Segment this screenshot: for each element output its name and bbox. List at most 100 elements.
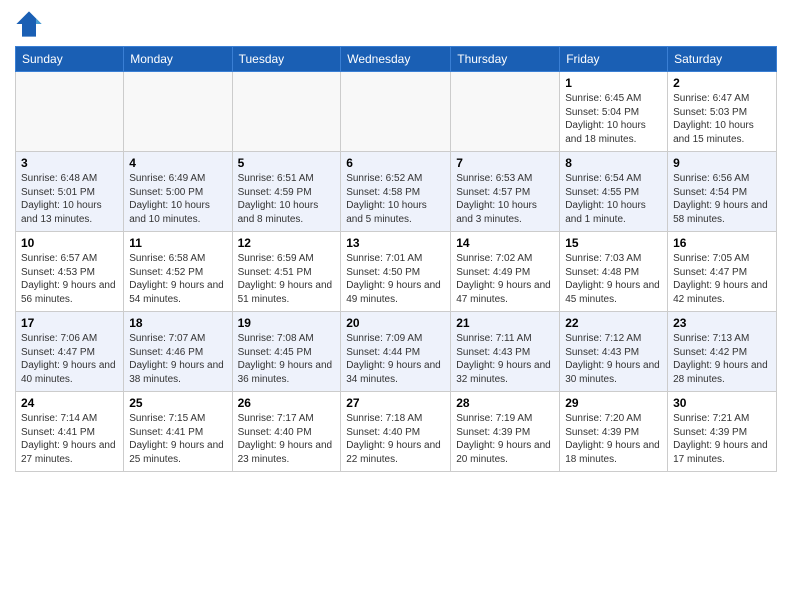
day-number: 11 — [129, 236, 226, 250]
day-info: Sunrise: 7:13 AM Sunset: 4:42 PM Dayligh… — [673, 332, 771, 386]
day-info: Sunrise: 7:07 AM Sunset: 4:46 PM Dayligh… — [129, 332, 226, 386]
day-cell: 15Sunrise: 7:03 AM Sunset: 4:48 PM Dayli… — [560, 232, 668, 312]
day-number: 2 — [673, 76, 771, 90]
day-number: 27 — [346, 396, 445, 410]
day-info: Sunrise: 7:08 AM Sunset: 4:45 PM Dayligh… — [238, 332, 336, 386]
col-header-saturday: Saturday — [668, 47, 777, 72]
day-number: 6 — [346, 156, 445, 170]
day-cell: 1 Sunrise: 6:45 AM Sunset: 5:04 PM Daylig… — [560, 72, 668, 152]
day-cell: 14 Sunrise: 7:02 AM Sunset: 4:49 PM Dayli… — [451, 232, 560, 312]
day-info: Sunrise: 6:51 AM Sunset: 4:59 PM Dayligh… — [238, 172, 336, 226]
day-info: Sunrise: 7:03 AM Sunset: 4:48 PM Dayligh… — [565, 252, 662, 306]
week-row-2: 3 Sunrise: 6:48 AM Sunset: 5:01 PM Daylig… — [16, 152, 777, 232]
day-number: 18 — [129, 316, 226, 330]
day-cell: 9Sunrise: 6:56 AM Sunset: 4:54 PM Daylig… — [668, 152, 777, 232]
day-number: 22 — [565, 316, 662, 330]
day-number: 13 — [346, 236, 445, 250]
day-number: 19 — [238, 316, 336, 330]
day-cell: 19 Sunrise: 7:08 AM Sunset: 4:45 PM Dayli… — [232, 312, 341, 392]
day-info: Sunrise: 6:47 AM Sunset: 5:03 PM Dayligh… — [673, 92, 771, 146]
day-cell: 17 Sunrise: 7:06 AM Sunset: 4:47 PM Dayli… — [16, 312, 124, 392]
day-info: Sunrise: 7:21 AM Sunset: 4:39 PM Dayligh… — [673, 412, 771, 466]
logo — [15, 10, 47, 38]
day-number: 16 — [673, 236, 771, 250]
col-header-friday: Friday — [560, 47, 668, 72]
col-header-tuesday: Tuesday — [232, 47, 341, 72]
day-info: Sunrise: 7:14 AM Sunset: 4:41 PM Dayligh… — [21, 412, 118, 466]
day-cell: 24 Sunrise: 7:14 AM Sunset: 4:41 PM Dayli… — [16, 392, 124, 472]
day-cell — [16, 72, 124, 152]
day-info: Sunrise: 7:06 AM Sunset: 4:47 PM Dayligh… — [21, 332, 118, 386]
day-info: Sunrise: 7:05 AM Sunset: 4:47 PM Dayligh… — [673, 252, 771, 306]
day-number: 28 — [456, 396, 554, 410]
day-info: Sunrise: 6:59 AM Sunset: 4:51 PM Dayligh… — [238, 252, 336, 306]
day-info: Sunrise: 7:02 AM Sunset: 4:49 PM Dayligh… — [456, 252, 554, 306]
day-cell: 26 Sunrise: 7:17 AM Sunset: 4:40 PM Dayli… — [232, 392, 341, 472]
day-cell: 7 Sunrise: 6:53 AM Sunset: 4:57 PM Daylig… — [451, 152, 560, 232]
day-number: 25 — [129, 396, 226, 410]
day-cell: 10Sunrise: 6:57 AM Sunset: 4:53 PM Dayli… — [16, 232, 124, 312]
day-cell: 6 Sunrise: 6:52 AM Sunset: 4:58 PM Daylig… — [341, 152, 451, 232]
day-number: 4 — [129, 156, 226, 170]
header-row: SundayMondayTuesdayWednesdayThursdayFrid… — [16, 47, 777, 72]
day-cell: 18 Sunrise: 7:07 AM Sunset: 4:46 PM Dayli… — [124, 312, 232, 392]
day-info: Sunrise: 7:12 AM Sunset: 4:43 PM Dayligh… — [565, 332, 662, 386]
day-number: 7 — [456, 156, 554, 170]
day-cell: 21 Sunrise: 7:11 AM Sunset: 4:43 PM Dayli… — [451, 312, 560, 392]
week-row-1: 1 Sunrise: 6:45 AM Sunset: 5:04 PM Daylig… — [16, 72, 777, 152]
day-cell: 23 Sunrise: 7:13 AM Sunset: 4:42 PM Dayli… — [668, 312, 777, 392]
col-header-sunday: Sunday — [16, 47, 124, 72]
week-row-4: 17 Sunrise: 7:06 AM Sunset: 4:47 PM Dayli… — [16, 312, 777, 392]
day-cell: 13 Sunrise: 7:01 AM Sunset: 4:50 PM Dayli… — [341, 232, 451, 312]
day-cell — [341, 72, 451, 152]
day-cell — [124, 72, 232, 152]
day-number: 10 — [21, 236, 118, 250]
day-cell: 11 Sunrise: 6:58 AM Sunset: 4:52 PM Dayli… — [124, 232, 232, 312]
day-info: Sunrise: 6:52 AM Sunset: 4:58 PM Dayligh… — [346, 172, 445, 226]
day-info: Sunrise: 7:01 AM Sunset: 4:50 PM Dayligh… — [346, 252, 445, 306]
day-cell: 30 Sunrise: 7:21 AM Sunset: 4:39 PM Dayli… — [668, 392, 777, 472]
day-number: 23 — [673, 316, 771, 330]
day-cell: 20Sunrise: 7:09 AM Sunset: 4:44 PM Dayli… — [341, 312, 451, 392]
day-cell — [451, 72, 560, 152]
day-info: Sunrise: 6:45 AM Sunset: 5:04 PM Dayligh… — [565, 92, 662, 146]
day-number: 8 — [565, 156, 662, 170]
day-info: Sunrise: 6:53 AM Sunset: 4:57 PM Dayligh… — [456, 172, 554, 226]
day-cell: 3 Sunrise: 6:48 AM Sunset: 5:01 PM Daylig… — [16, 152, 124, 232]
day-cell: 4 Sunrise: 6:49 AM Sunset: 5:00 PM Daylig… — [124, 152, 232, 232]
day-number: 5 — [238, 156, 336, 170]
day-number: 21 — [456, 316, 554, 330]
day-cell: 8 Sunrise: 6:54 AM Sunset: 4:55 PM Daylig… — [560, 152, 668, 232]
week-row-5: 24 Sunrise: 7:14 AM Sunset: 4:41 PM Dayli… — [16, 392, 777, 472]
day-info: Sunrise: 7:09 AM Sunset: 4:44 PM Dayligh… — [346, 332, 445, 386]
day-cell: 28 Sunrise: 7:19 AM Sunset: 4:39 PM Dayli… — [451, 392, 560, 472]
day-cell: 2 Sunrise: 6:47 AM Sunset: 5:03 PM Daylig… — [668, 72, 777, 152]
page: SundayMondayTuesdayWednesdayThursdayFrid… — [0, 0, 792, 612]
day-number: 1 — [565, 76, 662, 90]
day-number: 26 — [238, 396, 336, 410]
day-info: Sunrise: 7:15 AM Sunset: 4:41 PM Dayligh… — [129, 412, 226, 466]
logo-icon — [15, 10, 43, 38]
day-number: 30 — [673, 396, 771, 410]
day-number: 24 — [21, 396, 118, 410]
day-info: Sunrise: 7:17 AM Sunset: 4:40 PM Dayligh… — [238, 412, 336, 466]
col-header-wednesday: Wednesday — [341, 47, 451, 72]
day-info: Sunrise: 7:19 AM Sunset: 4:39 PM Dayligh… — [456, 412, 554, 466]
col-header-thursday: Thursday — [451, 47, 560, 72]
day-info: Sunrise: 7:11 AM Sunset: 4:43 PM Dayligh… — [456, 332, 554, 386]
day-info: Sunrise: 6:48 AM Sunset: 5:01 PM Dayligh… — [21, 172, 118, 226]
day-number: 17 — [21, 316, 118, 330]
day-info: Sunrise: 6:49 AM Sunset: 5:00 PM Dayligh… — [129, 172, 226, 226]
calendar: SundayMondayTuesdayWednesdayThursdayFrid… — [15, 46, 777, 472]
day-number: 14 — [456, 236, 554, 250]
day-cell: 12 Sunrise: 6:59 AM Sunset: 4:51 PM Dayli… — [232, 232, 341, 312]
day-info: Sunrise: 6:56 AM Sunset: 4:54 PM Dayligh… — [673, 172, 771, 226]
header — [15, 10, 777, 38]
day-info: Sunrise: 7:18 AM Sunset: 4:40 PM Dayligh… — [346, 412, 445, 466]
day-info: Sunrise: 6:58 AM Sunset: 4:52 PM Dayligh… — [129, 252, 226, 306]
day-number: 12 — [238, 236, 336, 250]
day-cell — [232, 72, 341, 152]
day-cell: 27 Sunrise: 7:18 AM Sunset: 4:40 PM Dayli… — [341, 392, 451, 472]
day-info: Sunrise: 6:54 AM Sunset: 4:55 PM Dayligh… — [565, 172, 662, 226]
day-number: 3 — [21, 156, 118, 170]
